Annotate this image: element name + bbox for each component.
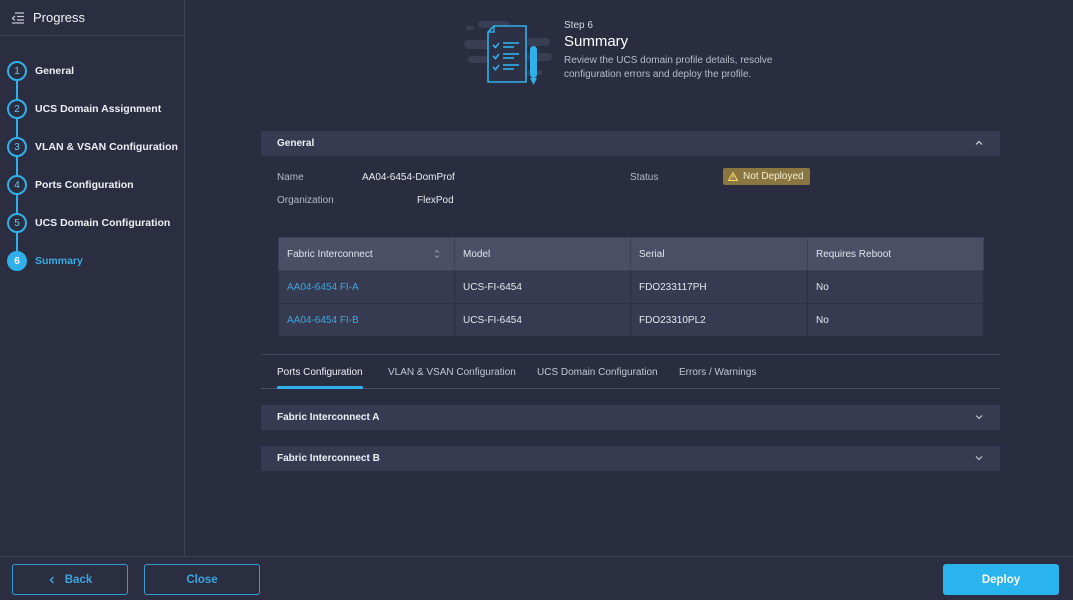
step-label: Ports Configuration bbox=[35, 179, 134, 191]
collapse-sidebar-icon[interactable] bbox=[11, 11, 25, 24]
step-hero: Step 6 Summary Review the UCS domain pro… bbox=[464, 18, 794, 90]
step-label: General bbox=[35, 65, 75, 77]
checklist-document-icon bbox=[464, 21, 552, 85]
general-section-header[interactable]: General bbox=[261, 131, 1000, 156]
step-list: 1 General 2 UCS Domain Assignment 3 VLAN… bbox=[0, 36, 184, 280]
chevron-down-icon[interactable] bbox=[974, 412, 984, 422]
step-label: UCS Domain Configuration bbox=[35, 217, 171, 229]
table-header-row: Fabric Interconnect Model Serial Require… bbox=[278, 237, 984, 271]
column-header-model: Model bbox=[454, 237, 631, 271]
column-header-serial: Serial bbox=[630, 237, 808, 271]
deploy-label: Deploy bbox=[981, 573, 1021, 586]
status-label: Status bbox=[630, 172, 659, 183]
step-label: Summary bbox=[35, 255, 83, 267]
model-cell: UCS-FI-6454 bbox=[454, 270, 631, 304]
wizard-footer: Back Close Deploy bbox=[0, 556, 1073, 600]
close-button[interactable]: Close bbox=[144, 564, 260, 595]
step-summary[interactable]: 6 Summary bbox=[0, 242, 184, 280]
step-indicator: Step 6 bbox=[564, 20, 593, 31]
step-number: 2 bbox=[7, 99, 27, 119]
step-number: 4 bbox=[7, 175, 27, 195]
back-button[interactable]: Back bbox=[12, 564, 128, 595]
step-number: 3 bbox=[7, 137, 27, 157]
chevron-down-icon[interactable] bbox=[974, 453, 984, 463]
accordion-fabric-interconnect-b[interactable]: Fabric Interconnect B bbox=[261, 446, 1000, 471]
deploy-button[interactable]: Deploy bbox=[943, 564, 1059, 595]
accordion-title: Fabric Interconnect B bbox=[277, 453, 380, 464]
step-number: 1 bbox=[7, 61, 27, 81]
model-cell: UCS-FI-6454 bbox=[454, 303, 631, 337]
back-label: Back bbox=[64, 573, 93, 586]
step-ucs-domain-assignment[interactable]: 2 UCS Domain Assignment bbox=[0, 90, 184, 128]
warning-icon bbox=[728, 172, 738, 181]
sidebar-header: Progress bbox=[0, 0, 184, 36]
accordion-title: Fabric Interconnect A bbox=[277, 412, 380, 423]
accordion-fabric-interconnect-a[interactable]: Fabric Interconnect A bbox=[261, 405, 1000, 430]
fabric-interconnect-cell: AA04-6454 FI-B bbox=[278, 303, 455, 337]
step-vlan-vsan-configuration[interactable]: 3 VLAN & VSAN Configuration bbox=[0, 128, 184, 166]
fabric-interconnect-table: Fabric Interconnect Model Serial Require… bbox=[278, 237, 984, 337]
general-section-title: General bbox=[277, 138, 315, 149]
chevron-up-icon[interactable] bbox=[974, 138, 984, 148]
name-label: Name bbox=[277, 172, 304, 183]
sidebar-title: Progress bbox=[33, 10, 86, 25]
step-number: 5 bbox=[7, 213, 27, 233]
tab-ports-configuration[interactable]: Ports Configuration bbox=[277, 355, 363, 389]
fabric-interconnect-link[interactable]: AA04-6454 FI-A bbox=[287, 282, 359, 293]
hero-text: Step 6 Summary Review the UCS domain pro… bbox=[564, 20, 784, 82]
fabric-interconnect-link[interactable]: AA04-6454 FI-B bbox=[287, 315, 359, 326]
fabric-interconnect-cell: AA04-6454 FI-A bbox=[278, 270, 455, 304]
organization-value: FlexPod bbox=[417, 195, 454, 206]
step-label: UCS Domain Assignment bbox=[35, 103, 162, 115]
name-value: AA04-6454-DomProf bbox=[362, 172, 455, 183]
status-text: Not Deployed bbox=[743, 171, 804, 182]
step-general[interactable]: 1 General bbox=[0, 52, 184, 90]
main-content: Step 6 Summary Review the UCS domain pro… bbox=[186, 0, 1073, 556]
table-row: AA04-6454 FI-A UCS-FI-6454 FDO233117PH N… bbox=[278, 270, 984, 304]
organization-label: Organization bbox=[277, 195, 334, 206]
column-label: Fabric Interconnect bbox=[287, 248, 373, 260]
tab-ucs-domain-configuration[interactable]: UCS Domain Configuration bbox=[537, 355, 658, 389]
column-header-requires-reboot: Requires Reboot bbox=[807, 237, 984, 271]
serial-cell: FDO233117PH bbox=[630, 270, 808, 304]
step-number: 6 bbox=[7, 251, 27, 271]
serial-cell: FDO23310PL2 bbox=[630, 303, 808, 337]
tab-vlan-vsan-configuration[interactable]: VLAN & VSAN Configuration bbox=[388, 355, 516, 389]
requires-reboot-cell: No bbox=[807, 303, 984, 337]
progress-sidebar: Progress 1 General 2 UCS Domain Assignme… bbox=[0, 0, 185, 556]
column-header-fabric-interconnect[interactable]: Fabric Interconnect bbox=[278, 237, 455, 271]
close-label: Close bbox=[186, 573, 218, 586]
page-title: Summary bbox=[564, 33, 629, 50]
summary-tabs: Ports Configuration VLAN & VSAN Configur… bbox=[261, 354, 1000, 389]
step-ports-configuration[interactable]: 4 Ports Configuration bbox=[0, 166, 184, 204]
sort-icon[interactable] bbox=[434, 249, 440, 259]
chevron-left-icon bbox=[49, 575, 54, 584]
tab-errors-warnings[interactable]: Errors / Warnings bbox=[679, 355, 756, 389]
step-label: VLAN & VSAN Configuration bbox=[35, 141, 178, 153]
page-description: Review the UCS domain profile details, r… bbox=[564, 55, 773, 80]
table-row: AA04-6454 FI-B UCS-FI-6454 FDO23310PL2 N… bbox=[278, 303, 984, 337]
status-badge: Not Deployed bbox=[723, 168, 810, 185]
requires-reboot-cell: No bbox=[807, 270, 984, 304]
step-ucs-domain-configuration[interactable]: 5 UCS Domain Configuration bbox=[0, 204, 184, 242]
